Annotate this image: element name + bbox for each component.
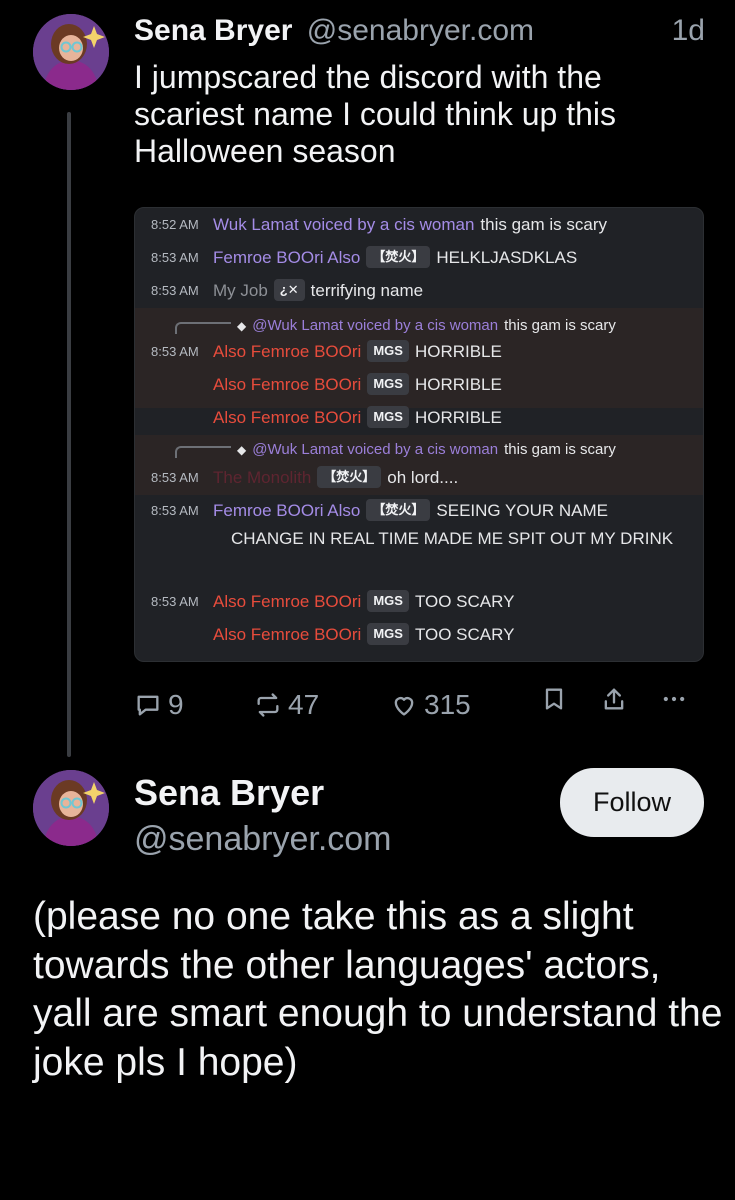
role-tag: 【焚火】 (317, 466, 382, 488)
reply-user: @Wuk Lamat voiced by a cis woman (252, 441, 499, 458)
role-tag: 【焚火】 (366, 246, 431, 268)
bookmark-button[interactable] (540, 685, 568, 713)
message-user: Wuk Lamat voiced by a cis woman (213, 215, 475, 234)
chat-message: 8:53 AM Also Femroe BOOri MGS TOO SCARY (135, 585, 703, 618)
more-button[interactable] (660, 685, 688, 713)
message-user: Also Femroe BOOri (213, 342, 362, 361)
repost-icon (257, 693, 279, 717)
like-count: 315 (424, 689, 471, 720)
message-user: My Job (213, 281, 268, 300)
chat-message: Also Femroe BOOri MGS TOO SCARY (135, 618, 703, 651)
chat-message: 8:53 AM Femroe BOOri Also 【焚火】 SEEING YOUR… (135, 494, 703, 527)
role-tag: ¿✕ (273, 279, 305, 301)
message-text: HORRIBLE (414, 408, 502, 427)
chat-message: 8:53 AM My Job ¿✕ terrifying name (135, 274, 703, 307)
message-time: 8:53 AM (151, 503, 199, 518)
avatar[interactable] (33, 770, 109, 846)
message-time: 8:53 AM (151, 470, 199, 485)
message-user: Femroe BOOri Also (213, 248, 361, 267)
repost-button[interactable]: 47 (254, 685, 319, 725)
chat-message: 8:53 AM Femroe BOOri Also 【焚火】 HELKLJASDKL… (135, 241, 703, 274)
message-user: Also Femroe BOOri (213, 408, 362, 427)
message-time: 8:52 AM (151, 217, 199, 232)
share-button[interactable] (600, 685, 628, 713)
post-header: Sena Bryer @senabryer.com 1d (134, 12, 709, 50)
author-name[interactable]: Sena Bryer (134, 772, 324, 814)
role-tag: MGS (367, 373, 409, 395)
message-text: HELKLJASDKLAS (436, 248, 578, 267)
bookmark-icon (545, 688, 563, 710)
follow-button[interactable]: Follow (560, 768, 704, 837)
reply-button[interactable]: 9 (134, 685, 184, 725)
chat-message: 8:52 AM Wuk Lamat voiced by a cis woman t… (135, 208, 703, 241)
thread-line (67, 112, 71, 757)
post-text: I jumpscared the discord with the scarie… (134, 59, 617, 169)
message-text: terrifying name (310, 281, 424, 300)
like-button[interactable]: 315 (390, 685, 471, 725)
message-time: 8:53 AM (151, 250, 199, 265)
role-tag: MGS (367, 590, 409, 612)
share-icon (604, 688, 624, 710)
message-time: 8:53 AM (151, 283, 199, 298)
reply-reference: ◆ @Wuk Lamat voiced by a cis woman this ga… (175, 436, 616, 464)
reply-count: 9 (168, 689, 184, 720)
message-text: SEEING YOUR NAME (436, 501, 609, 520)
message-text: TOO SCARY (414, 592, 515, 611)
author-handle[interactable]: @senabryer.com (134, 820, 392, 859)
role-tag: MGS (367, 340, 409, 362)
message-text: HORRIBLE (414, 342, 502, 361)
role-tag: MGS (367, 406, 409, 428)
reply-icon (137, 695, 159, 716)
message-text: oh lord.... (387, 468, 459, 487)
reply-arrow-icon: ◆ (237, 443, 247, 457)
author-name[interactable]: Sena Bryer (134, 14, 292, 47)
message-user: Also Femroe BOOri (213, 375, 362, 394)
message-user: Also Femroe BOOri (213, 625, 362, 644)
avatar-image (33, 770, 109, 846)
reply-arrow-icon: ◆ (237, 319, 247, 333)
post-text: (please no one take this as a slight tow… (33, 895, 723, 1084)
role-tag: 【焚火】 (366, 499, 431, 521)
avatar[interactable] (33, 14, 109, 90)
chat-message: 8:53 AM Also Femroe BOOri MGS HORRIBLE (135, 335, 703, 368)
embedded-image[interactable]: 8:52 AM Wuk Lamat voiced by a cis woman t… (134, 207, 704, 662)
like-icon (394, 697, 414, 716)
role-tag: MGS (367, 623, 409, 645)
message-time: 8:53 AM (151, 594, 199, 609)
chat-message-continued: CHANGE IN REAL TIME MADE ME SPIT OUT MY … (135, 524, 703, 582)
more-icon (663, 696, 685, 702)
message-user: The Monolith (213, 468, 312, 487)
chat-message: 8:53 AM The Monolith 【焚火】 oh lord.... (135, 461, 703, 494)
chat-message: Also Femroe BOOri MGS HORRIBLE (135, 368, 703, 401)
message-user: Femroe BOOri Also (213, 501, 361, 520)
message-text: TOO SCARY (414, 625, 515, 644)
message-text: HORRIBLE (414, 375, 502, 394)
author-handle[interactable]: @senabryer.com (307, 14, 534, 47)
post-actions: 9 47 315 (134, 685, 709, 725)
message-text: this gam is scary (480, 215, 608, 234)
message-text: CHANGE IN REAL TIME MADE ME SPIT OUT MY … (231, 529, 674, 548)
repost-count: 47 (288, 689, 320, 720)
reply-user: @Wuk Lamat voiced by a cis woman (252, 317, 499, 334)
reply-text: this gam is scary (504, 441, 616, 458)
message-user: Also Femroe BOOri (213, 592, 362, 611)
chat-message: Also Femroe BOOri MGS HORRIBLE (135, 401, 703, 434)
reply-text: this gam is scary (504, 317, 616, 334)
message-time: 8:53 AM (151, 344, 199, 359)
avatar-image (33, 14, 109, 90)
post-time[interactable]: 1d (672, 12, 705, 50)
